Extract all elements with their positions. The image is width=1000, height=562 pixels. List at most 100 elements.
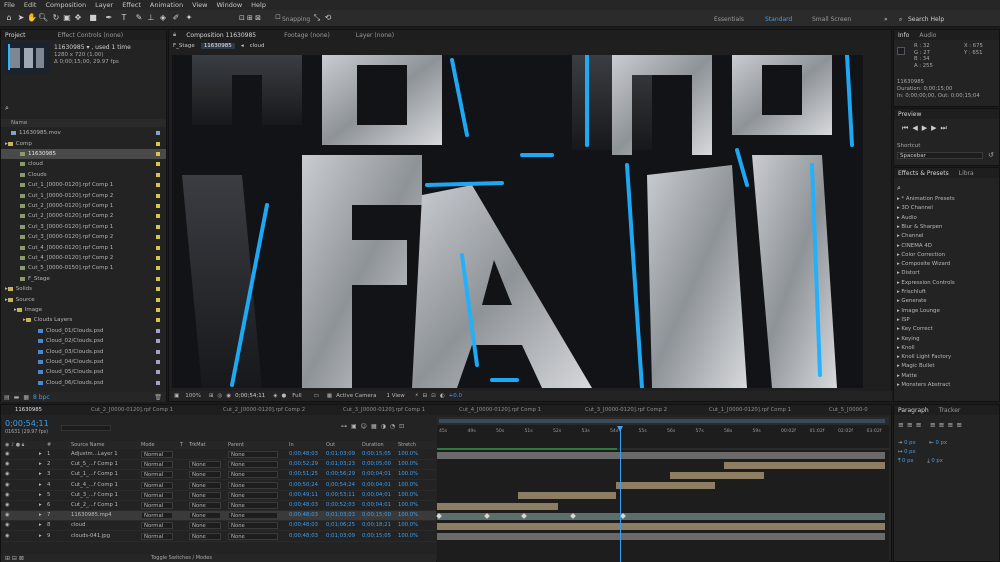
menu-effect[interactable]: Effect xyxy=(122,1,141,9)
layer-dur[interactable]: 0;00;15;05 xyxy=(362,451,391,457)
layer-str[interactable]: 100.0% xyxy=(398,492,418,498)
shortcut-reset-icon[interactable]: ↺ xyxy=(988,151,994,159)
motion-blur-icon[interactable]: ◑ xyxy=(381,423,390,430)
label-color-swatch[interactable] xyxy=(156,380,160,385)
layer-in[interactable]: 0;00;48;03 xyxy=(289,512,318,518)
timeline-search-input[interactable] xyxy=(61,425,111,431)
play-icon[interactable]: ▶ xyxy=(922,124,931,133)
layer-mode[interactable]: Normal xyxy=(141,481,173,489)
timeline-tab[interactable]: Cut_2_[0000-0120].rpf Comp 2 xyxy=(223,407,305,413)
space-after[interactable]: 0 px xyxy=(931,458,943,464)
layer-in[interactable]: 0;00;48;03 xyxy=(289,451,318,457)
hand-tool-icon[interactable]: ✋ xyxy=(27,13,37,23)
effect-category[interactable]: ▸ 3D Channel xyxy=(897,205,933,211)
project-item[interactable]: cloud xyxy=(1,159,166,169)
layer-duration-bar[interactable] xyxy=(669,471,765,479)
project-item[interactable]: F_Stage xyxy=(1,274,166,284)
brush-tool-icon[interactable]: ✎ xyxy=(134,13,144,23)
layer-parent[interactable]: None xyxy=(228,491,278,499)
crumb-f-stage[interactable]: F_Stage xyxy=(173,43,195,49)
graph-editor-icon[interactable]: ◔ xyxy=(390,423,399,430)
indent-right[interactable]: 0 px xyxy=(936,440,948,446)
layer-str[interactable]: 100.0% xyxy=(398,533,418,539)
visibility-eye-icon[interactable]: ◉ xyxy=(5,512,10,518)
project-item[interactable]: Cloud_04/Clouds.psd xyxy=(1,357,166,367)
col-t[interactable]: T xyxy=(180,442,183,448)
layer-in[interactable]: 0;00;51;25 xyxy=(289,471,318,477)
project-item[interactable]: Cut_2_[0000-0120].rpf Comp 1 xyxy=(1,201,166,211)
draft-3d-icon[interactable]: ▣ xyxy=(351,423,361,430)
workspace-standard[interactable]: Standard xyxy=(765,16,792,23)
axis-mode-icons[interactable]: ⊡ ⊞ ⊠ xyxy=(236,13,264,23)
tab-layer[interactable]: Layer (none) xyxy=(356,32,394,39)
effect-category[interactable]: ▸ Blur & Sharpen xyxy=(897,224,942,230)
layer-disclosure-icon[interactable]: ▸ xyxy=(39,451,42,457)
project-item[interactable]: Cut_2_[0000-0120].rpf Comp 2 xyxy=(1,211,166,221)
exposure-value[interactable]: +0.0 xyxy=(449,393,462,399)
layer-parent[interactable]: None xyxy=(228,481,278,489)
shy-icon[interactable]: ☺ xyxy=(361,423,371,430)
bpc-toggle[interactable]: 8 bpc xyxy=(33,394,50,401)
project-item[interactable]: Cloud_02/Clouds.psd xyxy=(1,336,166,346)
project-item[interactable]: Cut_3_[0000-0120].rpf Comp 2 xyxy=(1,232,166,242)
grid-icon[interactable]: ⊞ xyxy=(209,393,214,399)
layer-trk[interactable]: None xyxy=(189,512,221,520)
layer-trk[interactable]: None xyxy=(189,461,221,469)
layer-mode[interactable]: Normal xyxy=(141,461,173,469)
color-channel-icon[interactable]: ● xyxy=(281,393,286,399)
layer-dur[interactable]: 0;00;15;00 xyxy=(362,512,391,518)
project-search-icon[interactable]: ⌕ xyxy=(5,104,9,113)
layer-dur[interactable]: 0;00;18;21 xyxy=(362,522,391,528)
layer-str[interactable]: 100.0% xyxy=(398,522,418,528)
eraser-tool-icon[interactable]: ◈ xyxy=(158,13,168,23)
layer-in[interactable]: 0;00;48;03 xyxy=(289,533,318,539)
effect-category[interactable]: ▸ Matte xyxy=(897,373,917,379)
layer-name[interactable]: Cut_1_...f Comp 1 xyxy=(71,471,118,477)
effect-category[interactable]: ▸ * Animation Presets xyxy=(897,196,955,202)
label-color-swatch[interactable] xyxy=(156,193,160,198)
effect-category[interactable]: ▸ Frischluft xyxy=(897,289,926,295)
effect-category[interactable]: ▸ Generate xyxy=(897,298,927,304)
visibility-eye-icon[interactable]: ◉ xyxy=(5,522,10,528)
project-item[interactable]: Cut_1_[0000-0120].rpf Comp 1 xyxy=(1,180,166,190)
align-buttons[interactable]: ≡≡≡ ≡≡≡≡ xyxy=(898,421,965,429)
layer-row[interactable]: ◉ ▸ 7 11630985.mp4 Normal None None 0;00;48;03 0… xyxy=(1,511,436,522)
new-comp-icon[interactable]: ▦ xyxy=(23,394,29,401)
effect-category[interactable]: ▸ Magic Bullet xyxy=(897,363,935,369)
project-item[interactable]: 11630985.mov xyxy=(1,128,166,138)
effect-category[interactable]: ▸ Knoll Light Factory xyxy=(897,354,951,360)
project-item[interactable]: Cut_1_[0000-0120].rpf Comp 2 xyxy=(1,190,166,200)
col-in[interactable]: In xyxy=(289,442,294,448)
layer-row[interactable]: ◉ ▸ 5 Cut_3_...f Comp 1 Normal None None 0;00;4… xyxy=(1,491,436,501)
layer-name[interactable]: Cut_3_...f Comp 1 xyxy=(71,492,118,498)
menu-help[interactable]: Help xyxy=(251,1,266,9)
menu-composition[interactable]: Composition xyxy=(45,1,86,9)
layer-row[interactable]: ◉ ▸ 6 Cut_2_...f Comp 1 Normal None None 0;00;4… xyxy=(1,501,436,512)
camera-tool-icon[interactable]: ▣ xyxy=(62,13,72,23)
label-color-swatch[interactable] xyxy=(156,255,160,260)
layer-row[interactable]: ◉ ▸ 3 Cut_1_...f Comp 1 Normal None None 0;00;5… xyxy=(1,470,436,481)
tab-info[interactable]: Info xyxy=(898,32,909,39)
layer-row[interactable]: ◉ ▸ 9 clouds-041.jpg Normal None None 0;00;48;0… xyxy=(1,532,436,542)
lock-icon[interactable]: 🔒︎ xyxy=(173,31,176,39)
search-icon[interactable]: ⌕ xyxy=(899,16,902,24)
project-item[interactable]: Cut_4_[0000-0120].rpf Comp 2 xyxy=(1,253,166,263)
layer-mode[interactable]: Normal xyxy=(141,522,173,530)
label-color-swatch[interactable] xyxy=(156,172,160,177)
layer-disclosure-icon[interactable]: ▸ xyxy=(39,471,42,477)
crumb-cloud[interactable]: cloud xyxy=(250,43,265,49)
layer-parent[interactable]: None xyxy=(228,451,278,458)
tab-tracker[interactable]: Tracker xyxy=(939,407,961,414)
next-frame-icon[interactable]: ▶ xyxy=(931,124,940,133)
label-color-swatch[interactable] xyxy=(156,141,160,146)
layer-trk[interactable]: None xyxy=(189,481,221,489)
tab-composition[interactable]: Composition 11630985 xyxy=(186,32,256,39)
timeline-tab[interactable]: Cut_1_[0000-0120].rpf Comp 1 xyxy=(709,407,791,413)
layer-dur[interactable]: 0;00;15;05 xyxy=(362,533,391,539)
layer-dur[interactable]: 0;00;04;01 xyxy=(362,492,391,498)
effect-category[interactable]: ▸ Image Lounge xyxy=(897,308,940,314)
timeline-tab[interactable]: Cut_4_[0000-0120].rpf Comp 1 xyxy=(459,407,541,413)
frame-blend-icon[interactable]: ▦ xyxy=(371,423,381,430)
layer-in[interactable]: 0;00;52;29 xyxy=(289,461,318,467)
prev-frame-icon[interactable]: ◀ xyxy=(912,124,921,133)
